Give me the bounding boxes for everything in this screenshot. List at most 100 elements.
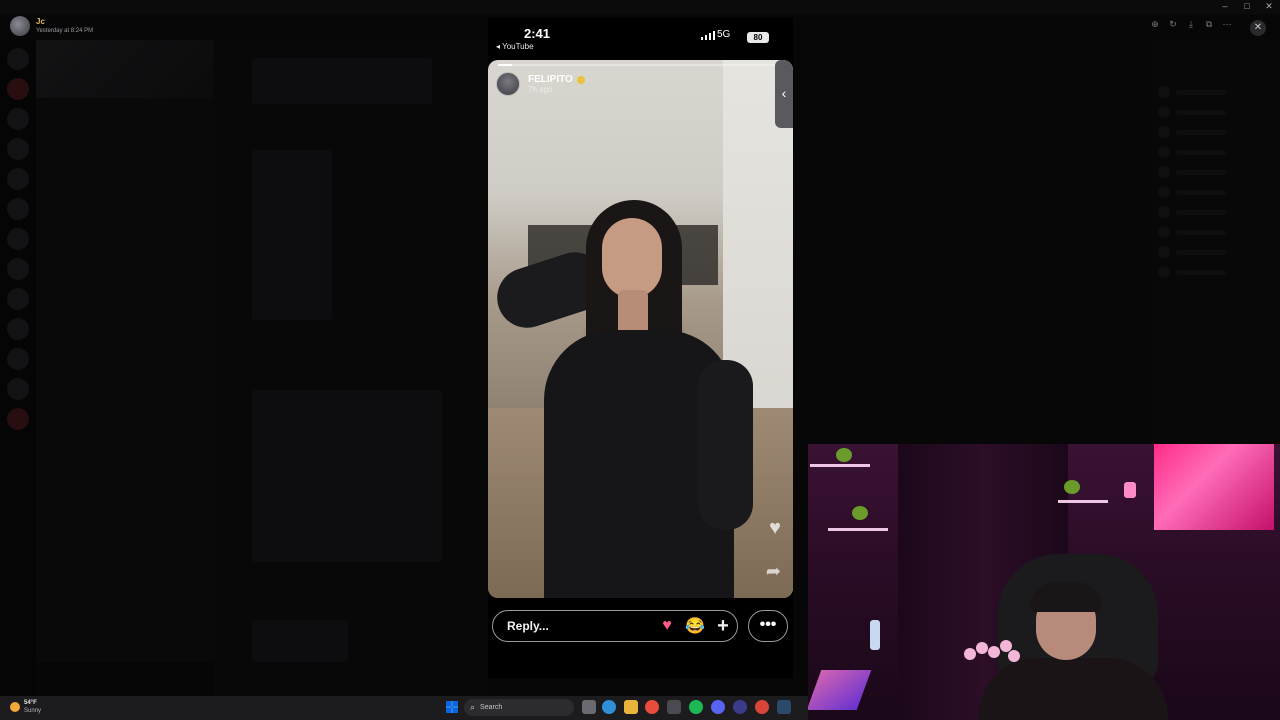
image-attachment[interactable]	[252, 390, 442, 562]
open-external-icon[interactable]: ⧉	[1204, 19, 1214, 30]
channel-item[interactable]	[36, 356, 214, 373]
file-explorer-icon[interactable]	[624, 700, 638, 714]
zoom-icon[interactable]: ⊕	[1150, 19, 1160, 30]
task-view-icon[interactable]	[582, 700, 596, 714]
channel-item[interactable]	[36, 180, 214, 197]
avatar[interactable]	[10, 16, 30, 36]
server-icon[interactable]	[7, 138, 29, 160]
back-to-app-link[interactable]: ◂ YouTube	[496, 42, 534, 51]
channel-item[interactable]	[36, 390, 214, 407]
member-item[interactable]	[1150, 222, 1280, 242]
taskbar: 54°F Sunny ⌕ Search	[0, 696, 808, 720]
member-item[interactable]	[1150, 162, 1280, 182]
like-heart-icon[interactable]: ♥	[769, 517, 781, 540]
avatar	[1158, 126, 1170, 138]
story-username[interactable]: FELIPITO	[528, 74, 573, 85]
heart-reaction-icon[interactable]: ♥	[653, 617, 681, 635]
channel-item[interactable]	[36, 407, 214, 424]
member-name	[1176, 189, 1226, 195]
story-username-row[interactable]: FELIPITO	[528, 74, 585, 85]
maximize-icon[interactable]: □	[1242, 1, 1252, 12]
server-icon[interactable]	[7, 198, 29, 220]
webcam-keyboard	[808, 670, 872, 710]
server-icon[interactable]	[7, 228, 29, 250]
story-content[interactable]: FELIPITO 7h ago ‹ ♥ ➦	[488, 60, 793, 598]
image-attachment[interactable]	[252, 58, 432, 104]
weather-condition: Sunny	[24, 708, 42, 714]
rotate-icon[interactable]: ↻	[1168, 19, 1178, 30]
edge-icon[interactable]	[602, 700, 616, 714]
member-item[interactable]	[1150, 82, 1280, 102]
avatar	[1158, 166, 1170, 178]
minimize-icon[interactable]: –	[1220, 1, 1230, 12]
discord-icon[interactable]	[711, 700, 725, 714]
webcam-bottle	[870, 620, 880, 650]
channel-item[interactable]	[36, 123, 214, 140]
author-name[interactable]: Jc	[36, 17, 93, 27]
webcam-plant	[1064, 480, 1080, 494]
taskbar-search[interactable]: ⌕ Search	[464, 699, 574, 716]
obs-icon[interactable]	[733, 700, 747, 714]
more-icon[interactable]: ⋯	[1222, 19, 1232, 30]
store-icon[interactable]	[667, 700, 681, 714]
member-item[interactable]	[1150, 242, 1280, 262]
channel-list	[36, 40, 214, 696]
channel-category[interactable]	[36, 163, 214, 180]
image-attachment[interactable]	[252, 620, 348, 662]
browser-icon[interactable]	[755, 700, 769, 714]
channel-item[interactable]	[36, 248, 214, 265]
start-icon[interactable]	[446, 701, 458, 713]
steam-icon[interactable]	[777, 700, 791, 714]
window-controls: – □ ✕	[1220, 1, 1274, 12]
share-icon[interactable]: ➦	[766, 561, 781, 582]
laugh-reaction-icon[interactable]: 😂	[681, 616, 709, 636]
story-photo-face	[602, 218, 662, 298]
member-item[interactable]	[1150, 262, 1280, 282]
channel-item[interactable]	[36, 424, 214, 441]
server-icon[interactable]	[7, 408, 29, 430]
server-banner	[36, 40, 214, 98]
chrome-icon[interactable]	[645, 700, 659, 714]
server-icon[interactable]	[7, 48, 29, 70]
member-name	[1176, 129, 1226, 135]
status-time: 2:41	[524, 26, 551, 41]
server-icon[interactable]	[7, 288, 29, 310]
window-close-icon[interactable]: ✕	[1264, 1, 1274, 12]
member-item[interactable]	[1150, 202, 1280, 222]
channel-item[interactable]	[36, 322, 214, 339]
close-icon[interactable]: ✕	[1250, 20, 1266, 36]
channel-item[interactable]	[36, 265, 214, 282]
download-icon[interactable]: ⤓	[1186, 19, 1196, 30]
channel-item[interactable]	[36, 197, 214, 214]
member-item[interactable]	[1150, 182, 1280, 202]
channel-item[interactable]	[36, 231, 214, 248]
add-reaction-icon[interactable]: +	[709, 615, 737, 638]
more-options-button[interactable]: •••	[748, 610, 788, 642]
channel-item[interactable]	[36, 373, 214, 390]
channel-item[interactable]	[36, 214, 214, 231]
webcam-shelf	[828, 528, 888, 531]
channel-category[interactable]	[36, 288, 214, 305]
server-icon[interactable]	[7, 108, 29, 130]
weather-widget[interactable]: 54°F Sunny	[10, 699, 41, 715]
member-item[interactable]	[1150, 102, 1280, 122]
server-icon[interactable]	[7, 378, 29, 400]
member-item[interactable]	[1150, 142, 1280, 162]
member-item[interactable]	[1150, 122, 1280, 142]
channel-item[interactable]	[36, 339, 214, 356]
server-icon[interactable]	[7, 258, 29, 280]
reply-input[interactable]: Reply... ♥ 😂 +	[492, 610, 738, 642]
channel-item[interactable]	[36, 106, 214, 123]
server-icon[interactable]	[7, 348, 29, 370]
spotify-icon[interactable]	[689, 700, 703, 714]
server-icon[interactable]	[7, 168, 29, 190]
channel-item[interactable]	[36, 140, 214, 157]
server-icon[interactable]	[7, 318, 29, 340]
channel-item[interactable]	[36, 305, 214, 322]
server-icon[interactable]	[7, 78, 29, 100]
image-attachment[interactable]	[252, 150, 332, 320]
webcam-wall-art	[1154, 444, 1274, 530]
collapse-chevron-icon[interactable]: ‹	[775, 60, 793, 128]
avatar[interactable]	[496, 72, 520, 96]
member-name	[1176, 269, 1226, 275]
